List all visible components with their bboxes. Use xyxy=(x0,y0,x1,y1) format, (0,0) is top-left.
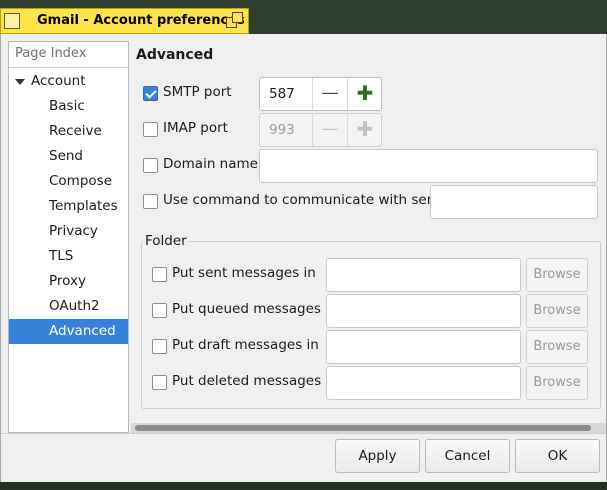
draft-folder-checkbox[interactable] xyxy=(152,339,167,354)
imap-port-label: IMAP port xyxy=(163,120,228,136)
smtp-port-checkbox[interactable] xyxy=(143,86,158,101)
tree-item-tls[interactable]: TLS xyxy=(9,244,128,269)
imap-port-spinbox[interactable]: 993 — ✚ xyxy=(259,113,382,147)
imap-port-checkbox[interactable] xyxy=(143,122,158,137)
minus-icon[interactable]: — xyxy=(312,78,347,110)
tree-item-oauth2[interactable]: OAuth2 xyxy=(9,294,128,319)
plus-icon[interactable]: ✚ xyxy=(347,78,381,110)
footer-divider xyxy=(1,433,606,434)
domain-name-checkbox[interactable] xyxy=(143,158,158,173)
smtp-port-value[interactable]: 587 xyxy=(269,86,295,102)
tree-item-receive[interactable]: Receive xyxy=(9,119,128,144)
preferences-window: Page Index Account Basic Receive Send Co… xyxy=(0,34,607,482)
advanced-page: Advanced SMTP port 587 — ✚ IMAP port 993… xyxy=(131,41,606,423)
deleted-folder-browse-button[interactable]: Browse xyxy=(526,366,588,400)
queued-folder-browse-button[interactable]: Browse xyxy=(526,294,588,328)
tree-item-proxy[interactable]: Proxy xyxy=(9,269,128,294)
domain-name-label: Domain name xyxy=(163,156,258,172)
deleted-folder-checkbox[interactable] xyxy=(152,375,167,390)
horizontal-scrollbar[interactable] xyxy=(131,423,606,433)
tree-item-account[interactable]: Account xyxy=(9,69,128,94)
scrollbar-thumb[interactable] xyxy=(135,425,591,431)
draft-folder-label: Put draft messages in xyxy=(172,337,319,353)
tree-item-basic[interactable]: Basic xyxy=(9,94,128,119)
queued-folder-checkbox[interactable] xyxy=(152,303,167,318)
expand-triangle-icon[interactable] xyxy=(15,79,25,85)
tree-item-advanced[interactable]: Advanced xyxy=(9,319,128,344)
tree-item-privacy[interactable]: Privacy xyxy=(9,219,128,244)
window-menu-icon[interactable] xyxy=(4,13,20,29)
apply-button[interactable]: Apply xyxy=(335,439,420,473)
smtp-port-spinbox[interactable]: 587 — ✚ xyxy=(259,77,382,111)
sent-folder-label: Put sent messages in xyxy=(172,265,316,281)
command-input[interactable] xyxy=(430,185,598,219)
queued-folder-label: Put queued messages in xyxy=(172,301,338,317)
domain-name-input[interactable] xyxy=(259,149,598,183)
draft-folder-browse-button[interactable]: Browse xyxy=(526,330,588,364)
sent-folder-input[interactable] xyxy=(326,258,521,292)
smtp-port-label: SMTP port xyxy=(163,84,232,100)
tree-item-compose[interactable]: Compose xyxy=(9,169,128,194)
plus-icon[interactable]: ✚ xyxy=(347,114,381,146)
use-command-label: Use command to communicate with server xyxy=(163,192,455,208)
window-titlebar[interactable]: Gmail - Account preferences xyxy=(0,8,249,34)
use-command-checkbox[interactable] xyxy=(143,194,158,209)
window-title: Gmail - Account preferences xyxy=(37,13,245,28)
imap-port-value[interactable]: 993 xyxy=(269,122,295,138)
deleted-folder-label: Put deleted messages in xyxy=(172,373,338,389)
draft-folder-input[interactable] xyxy=(326,330,521,364)
ok-button[interactable]: OK xyxy=(515,439,600,473)
minus-icon[interactable]: — xyxy=(312,114,347,146)
sent-folder-browse-button[interactable]: Browse xyxy=(526,258,588,292)
cancel-button[interactable]: Cancel xyxy=(425,439,510,473)
tree-item-label: Account xyxy=(31,73,86,89)
desktop-background xyxy=(0,482,607,490)
queued-folder-input[interactable] xyxy=(326,294,521,328)
page-index-header: Page Index xyxy=(9,42,128,68)
page-title: Advanced xyxy=(136,47,214,63)
tree-item-send[interactable]: Send xyxy=(9,144,128,169)
tree-item-templates[interactable]: Templates xyxy=(9,194,128,219)
folder-group-title: Folder xyxy=(143,233,189,249)
sent-folder-checkbox[interactable] xyxy=(152,267,167,282)
deleted-folder-input[interactable] xyxy=(326,366,521,400)
maximize-icon[interactable] xyxy=(226,12,244,30)
page-index-tree: Page Index Account Basic Receive Send Co… xyxy=(8,41,129,433)
